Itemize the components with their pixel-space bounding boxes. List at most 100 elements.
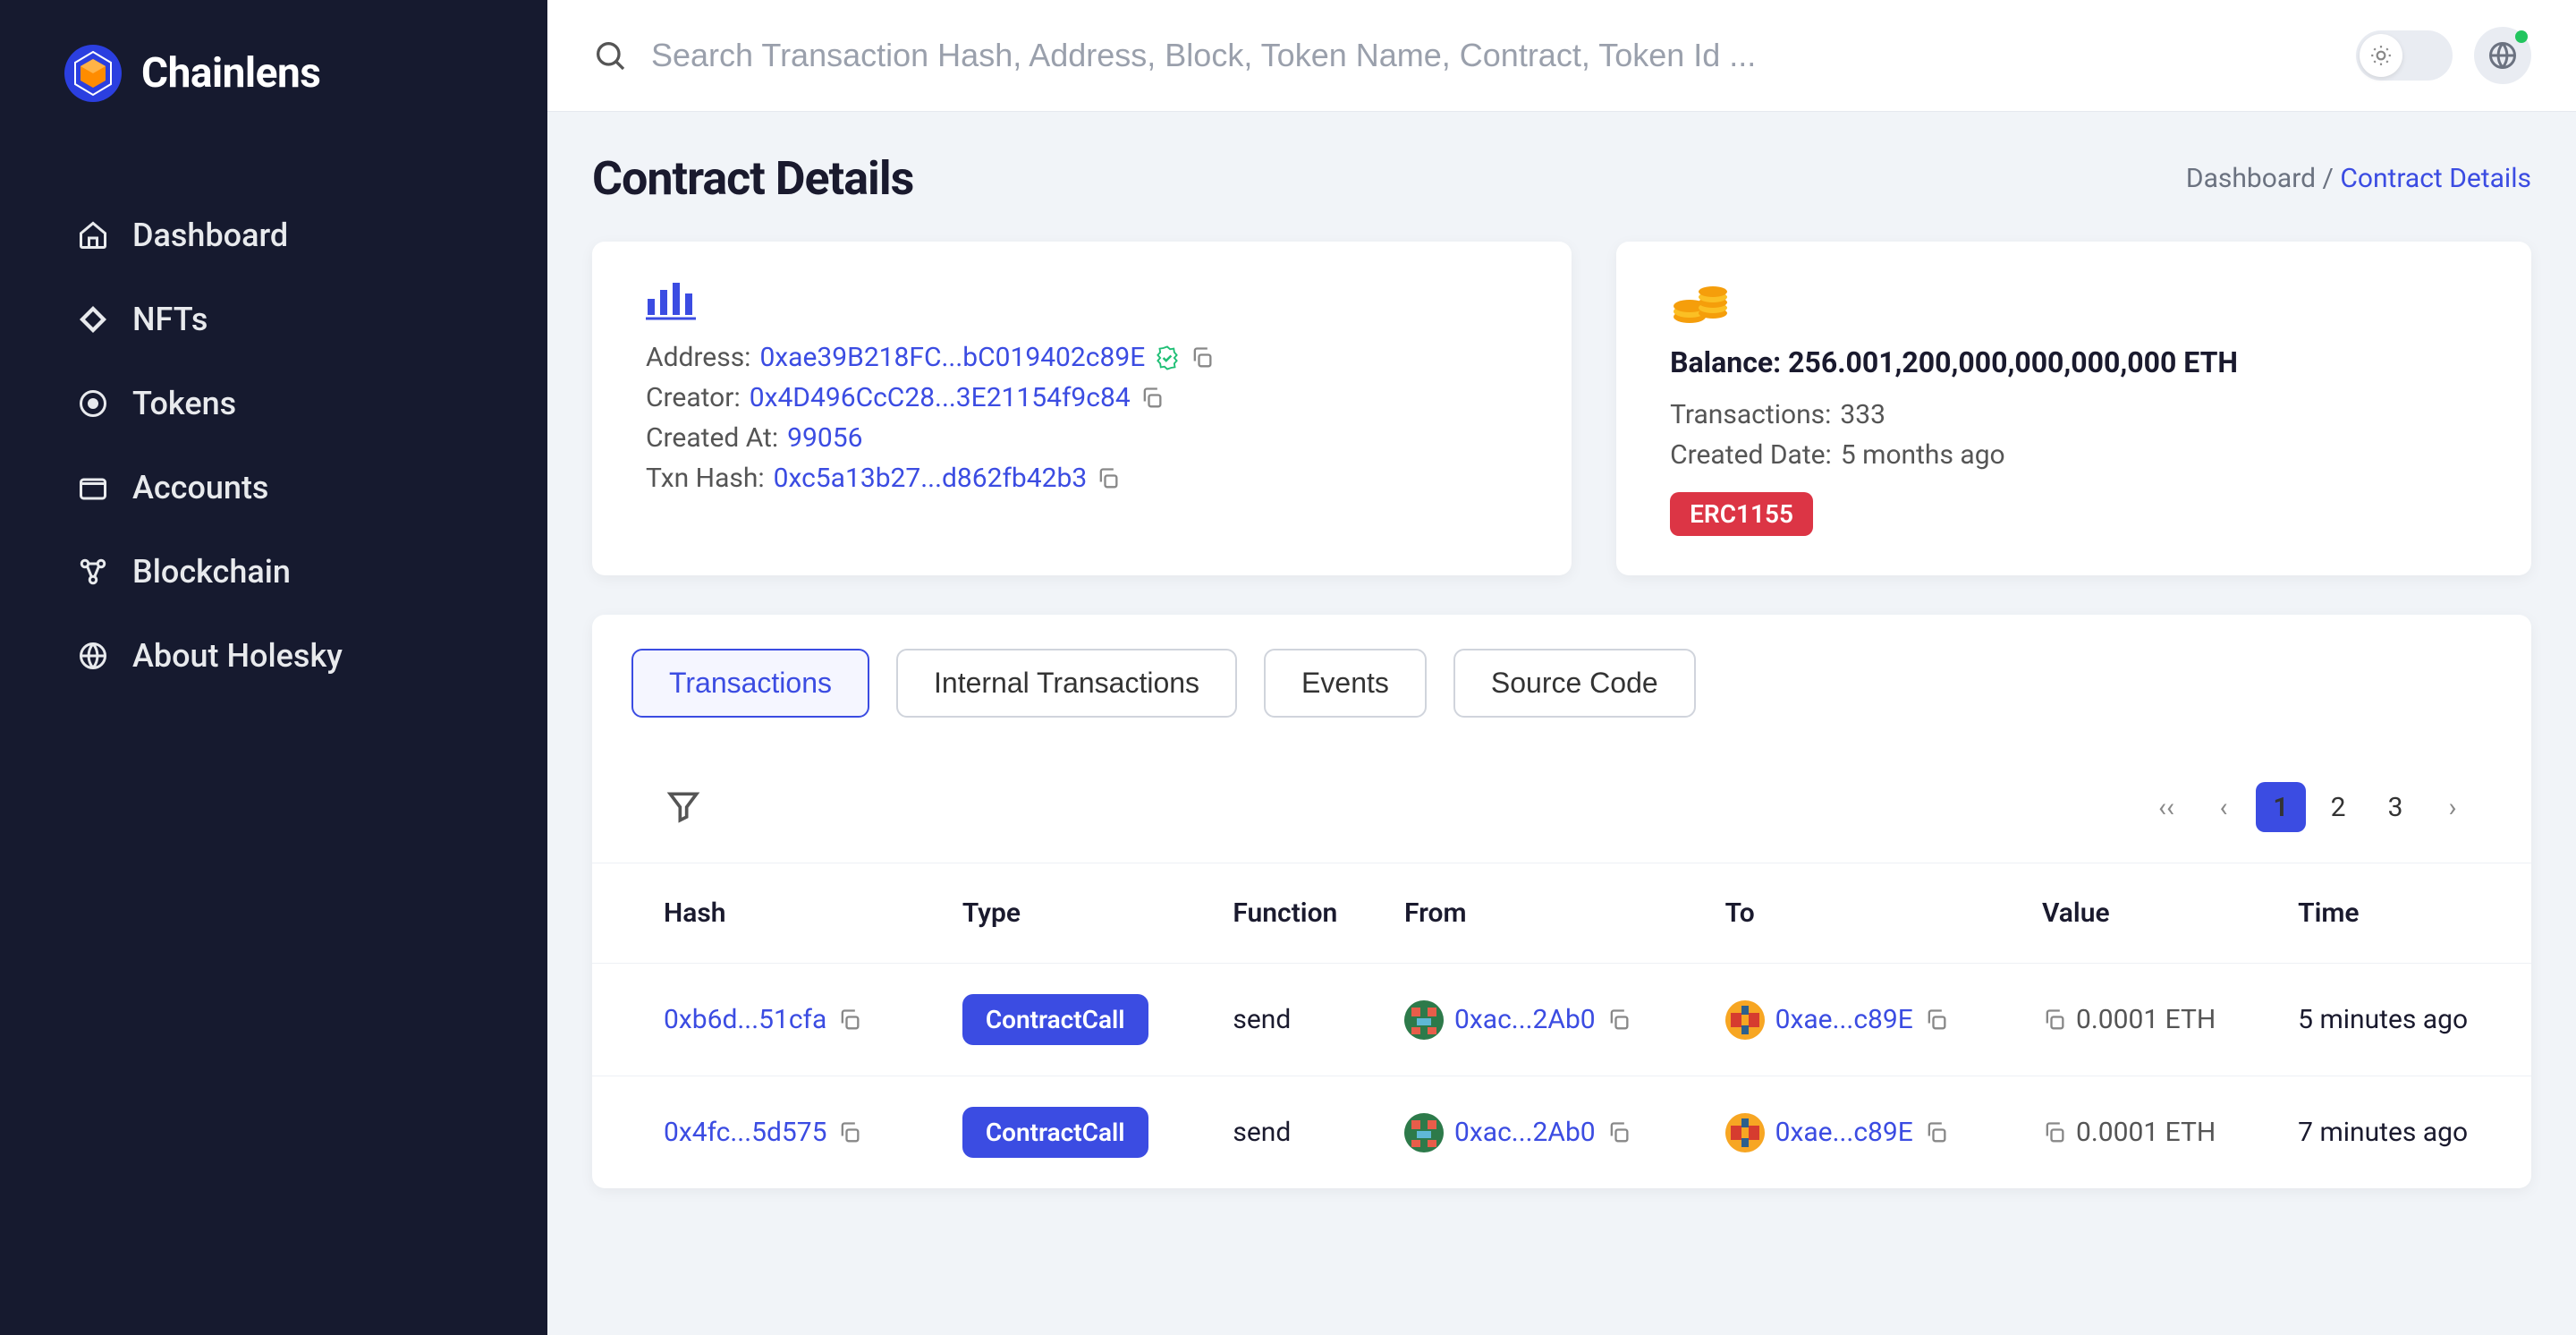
copy-icon[interactable] bbox=[1190, 345, 1215, 370]
row-type: ContractCall bbox=[962, 1107, 1148, 1158]
copy-icon[interactable] bbox=[1606, 1008, 1631, 1033]
row-hash[interactable]: 0x4fc...5d575 bbox=[664, 1117, 826, 1148]
copy-icon[interactable] bbox=[837, 1120, 862, 1145]
copy-icon[interactable] bbox=[1924, 1120, 1949, 1145]
txn-hash-value[interactable]: 0xc5a13b27...d862fb42b3 bbox=[774, 463, 1088, 494]
network-button[interactable] bbox=[2474, 27, 2531, 84]
copy-icon[interactable] bbox=[1924, 1008, 1949, 1033]
pagination-page-1[interactable]: 1 bbox=[2256, 782, 2306, 832]
row-time: 7 minutes ago bbox=[2280, 1076, 2531, 1189]
breadcrumb-current[interactable]: Contract Details bbox=[2340, 163, 2531, 194]
row-type: ContractCall bbox=[962, 994, 1148, 1045]
sidebar-item-about[interactable]: About Holesky bbox=[0, 614, 547, 698]
balance-label: Balance: bbox=[1670, 345, 1781, 379]
table-row: 0x4fc...5d575 ContractCall send 0xac...2… bbox=[592, 1076, 2531, 1189]
created-date-value: 5 months ago bbox=[1841, 439, 2005, 471]
pagination-page-2[interactable]: 2 bbox=[2313, 782, 2363, 832]
contract-summary-card: Balance: 256.001,200,000,000,000,000 ETH… bbox=[1616, 242, 2531, 575]
theme-toggle[interactable] bbox=[2356, 30, 2453, 81]
copy-icon[interactable] bbox=[1140, 386, 1165, 411]
chain-icon bbox=[77, 556, 109, 588]
row-from[interactable]: 0xac...2Ab0 bbox=[1454, 1117, 1596, 1148]
search-wrap bbox=[592, 37, 2356, 74]
creator-value[interactable]: 0x4D496CcC28...3E21154f9c84 bbox=[750, 382, 1131, 413]
search-icon bbox=[592, 38, 628, 73]
brand-logo[interactable]: Chainlens bbox=[0, 43, 547, 157]
tab-transactions[interactable]: Transactions bbox=[631, 649, 869, 718]
sidebar-item-blockchain[interactable]: Blockchain bbox=[0, 530, 547, 614]
filter-icon[interactable] bbox=[664, 787, 703, 827]
col-type: Type bbox=[945, 863, 1216, 964]
standard-badge: ERC1155 bbox=[1670, 492, 1813, 536]
sun-icon bbox=[2369, 44, 2393, 67]
sidebar-item-label: NFTs bbox=[132, 301, 208, 338]
copy-icon[interactable] bbox=[837, 1008, 862, 1033]
verified-icon bbox=[1154, 344, 1181, 371]
address-label: Address: bbox=[646, 342, 750, 373]
transactions-table: Hash Type Function From To Value Time 0x… bbox=[592, 863, 2531, 1188]
pagination-first[interactable]: ‹‹ bbox=[2141, 782, 2191, 832]
copy-icon[interactable] bbox=[2042, 1120, 2067, 1145]
brand-name: Chainlens bbox=[141, 49, 320, 98]
created-at-label: Created At: bbox=[646, 422, 778, 454]
bar-chart-icon[interactable] bbox=[646, 281, 696, 324]
row-hash[interactable]: 0xb6d...51cfa bbox=[664, 1004, 826, 1035]
row-function: send bbox=[1215, 964, 1386, 1076]
address-value[interactable]: 0xae39B218FC...bC019402c89E bbox=[759, 342, 1145, 373]
row-from[interactable]: 0xac...2Ab0 bbox=[1454, 1004, 1596, 1035]
search-input[interactable] bbox=[651, 37, 2356, 74]
coins-icon bbox=[1670, 281, 1731, 329]
brand-logo-icon bbox=[63, 43, 123, 104]
theme-toggle-knob bbox=[2360, 34, 2402, 77]
identicon bbox=[1404, 1000, 1444, 1040]
copy-icon[interactable] bbox=[1606, 1120, 1631, 1145]
col-time: Time bbox=[2280, 863, 2531, 964]
created-date-label: Created Date: bbox=[1670, 439, 1832, 471]
tx-count-label: Transactions: bbox=[1670, 399, 1831, 430]
token-icon bbox=[77, 387, 109, 420]
sidebar-nav: Dashboard NFTs Tokens Accounts Blockchai… bbox=[0, 157, 547, 698]
tabs: Transactions Internal Transactions Event… bbox=[592, 615, 2531, 752]
sidebar-item-accounts[interactable]: Accounts bbox=[0, 446, 547, 530]
wallet-icon bbox=[77, 472, 109, 504]
row-to[interactable]: 0xae...c89E bbox=[1775, 1004, 1913, 1035]
sidebar-item-label: Accounts bbox=[132, 469, 268, 506]
identicon bbox=[1725, 1000, 1765, 1040]
txn-hash-label: Txn Hash: bbox=[646, 463, 765, 494]
contract-details-card: Address: 0xae39B218FC...bC019402c89E Cre… bbox=[592, 242, 1572, 575]
row-to[interactable]: 0xae...c89E bbox=[1775, 1117, 1913, 1148]
globe-icon bbox=[2487, 39, 2519, 72]
col-function: Function bbox=[1215, 863, 1386, 964]
sidebar-item-nfts[interactable]: NFTs bbox=[0, 277, 547, 361]
col-from: From bbox=[1386, 863, 1707, 964]
sidebar-item-label: Tokens bbox=[132, 385, 236, 422]
sidebar-item-label: Blockchain bbox=[132, 553, 291, 591]
sidebar: Chainlens Dashboard NFTs Tokens Accounts… bbox=[0, 0, 547, 1335]
pagination-prev[interactable]: ‹ bbox=[2199, 782, 2249, 832]
sidebar-item-dashboard[interactable]: Dashboard bbox=[0, 193, 547, 277]
diamond-icon bbox=[77, 303, 109, 336]
copy-icon[interactable] bbox=[1096, 466, 1121, 491]
tab-events[interactable]: Events bbox=[1264, 649, 1427, 718]
sidebar-item-label: About Holesky bbox=[132, 637, 343, 675]
identicon bbox=[1404, 1113, 1444, 1152]
home-icon bbox=[77, 219, 109, 251]
tab-source-code[interactable]: Source Code bbox=[1453, 649, 1696, 718]
identicon bbox=[1725, 1113, 1765, 1152]
col-hash: Hash bbox=[592, 863, 945, 964]
pagination-page-3[interactable]: 3 bbox=[2370, 782, 2420, 832]
pagination-next[interactable]: › bbox=[2428, 782, 2478, 832]
copy-icon[interactable] bbox=[2042, 1008, 2067, 1033]
status-dot bbox=[2515, 30, 2528, 43]
created-at-value[interactable]: 99056 bbox=[787, 422, 862, 454]
creator-label: Creator: bbox=[646, 382, 741, 413]
table-row: 0xb6d...51cfa ContractCall send 0xac...2… bbox=[592, 964, 2531, 1076]
sidebar-item-tokens[interactable]: Tokens bbox=[0, 361, 547, 446]
balance-value: 256.001,200,000,000,000,000 ETH bbox=[1788, 345, 2238, 379]
row-function: send bbox=[1215, 1076, 1386, 1189]
transactions-panel: Transactions Internal Transactions Event… bbox=[592, 615, 2531, 1188]
tab-internal-transactions[interactable]: Internal Transactions bbox=[896, 649, 1237, 718]
breadcrumb-root[interactable]: Dashboard bbox=[2186, 163, 2316, 194]
globe-icon bbox=[77, 640, 109, 672]
page-title: Contract Details bbox=[592, 151, 913, 206]
